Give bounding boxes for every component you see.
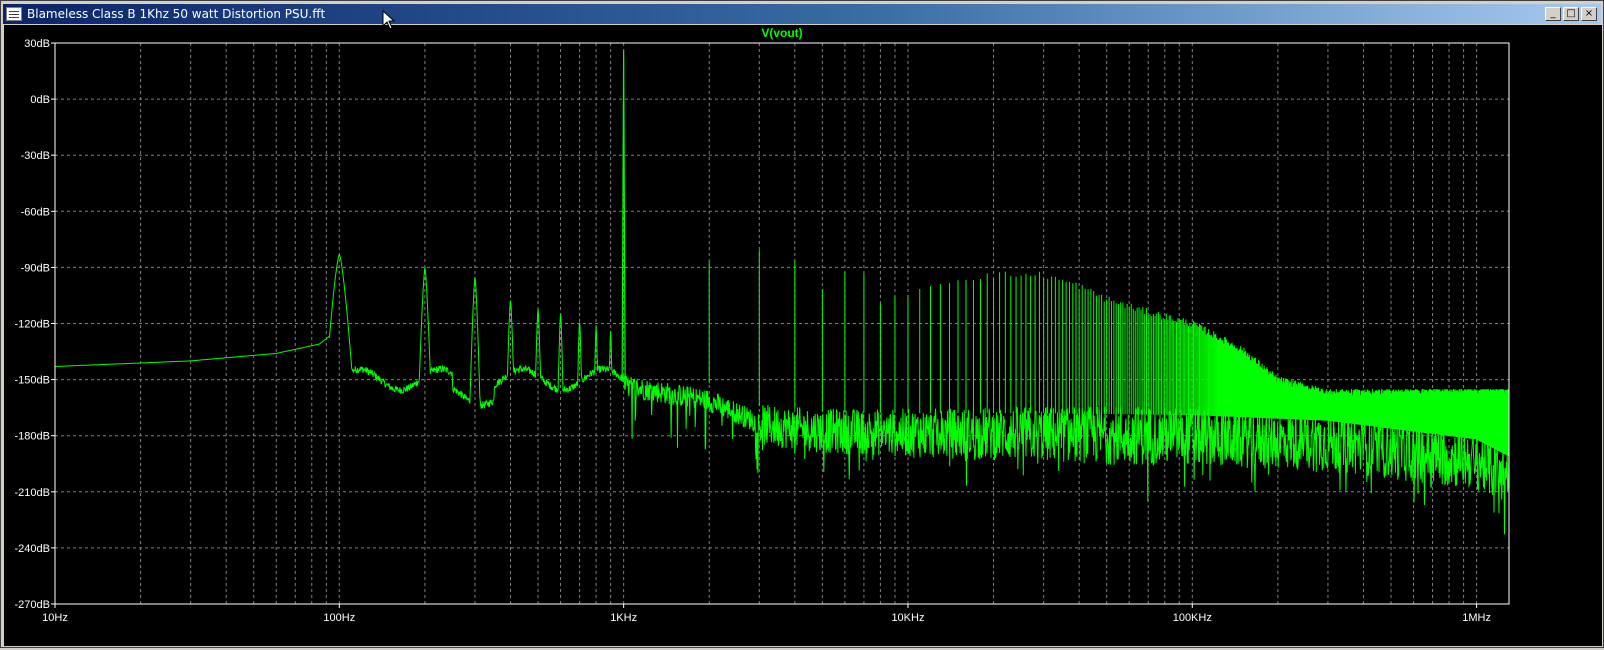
fft-chart[interactable]: V(vout) 30dB 0dB -30dB -60dB -90dB -120dB -150… (4, 25, 1602, 646)
fft-window: Blameless Class B 1Khz 50 watt Distortio… (0, 0, 1604, 648)
window-title: Blameless Class B 1Khz 50 watt Distortio… (27, 7, 326, 21)
close-button[interactable]: × (1581, 7, 1597, 21)
y-tick-label: -30dB (21, 150, 50, 162)
y-tick-label: 30dB (24, 38, 50, 50)
y-tick-label: -150dB (15, 375, 50, 387)
waveform-file-icon[interactable] (6, 7, 22, 21)
x-axis: 10Hz 100Hz 1KHz 10KHz 100KHz 1MHz (42, 604, 1491, 624)
grid-lines (55, 43, 1509, 604)
x-tick-label: 10KHz (891, 612, 924, 624)
y-tick-label: -60dB (21, 206, 50, 218)
y-tick-label: -240dB (15, 543, 50, 555)
x-tick-label: 1MHz (1462, 612, 1491, 624)
x-tick-label: 100KHz (1173, 612, 1212, 624)
x-tick-label: 1KHz (610, 612, 637, 624)
chart-title: V(vout) (761, 26, 802, 40)
y-tick-label: -90dB (21, 262, 50, 274)
fundamental-peak (621, 50, 626, 380)
y-tick-label: -210dB (15, 487, 50, 499)
y-tick-label: -120dB (15, 319, 50, 331)
x-tick-label: 10Hz (42, 612, 68, 624)
y-tick-label: -270dB (15, 599, 50, 611)
mouse-cursor-icon (382, 10, 396, 30)
minimize-button[interactable]: _ (1545, 7, 1561, 21)
maximize-button[interactable]: □ (1563, 7, 1579, 21)
trace-v-vout (55, 50, 1510, 535)
title-bar[interactable]: Blameless Class B 1Khz 50 watt Distortio… (3, 4, 1601, 24)
y-tick-label: 0dB (30, 94, 50, 106)
y-tick-label: -180dB (15, 431, 50, 443)
plot-area[interactable]: V(vout) 30dB 0dB -30dB -60dB -90dB -120dB -150… (4, 25, 1602, 646)
y-axis: 30dB 0dB -30dB -60dB -90dB -120dB -150dB -180dB… (15, 38, 55, 611)
x-tick-label: 100Hz (323, 612, 355, 624)
